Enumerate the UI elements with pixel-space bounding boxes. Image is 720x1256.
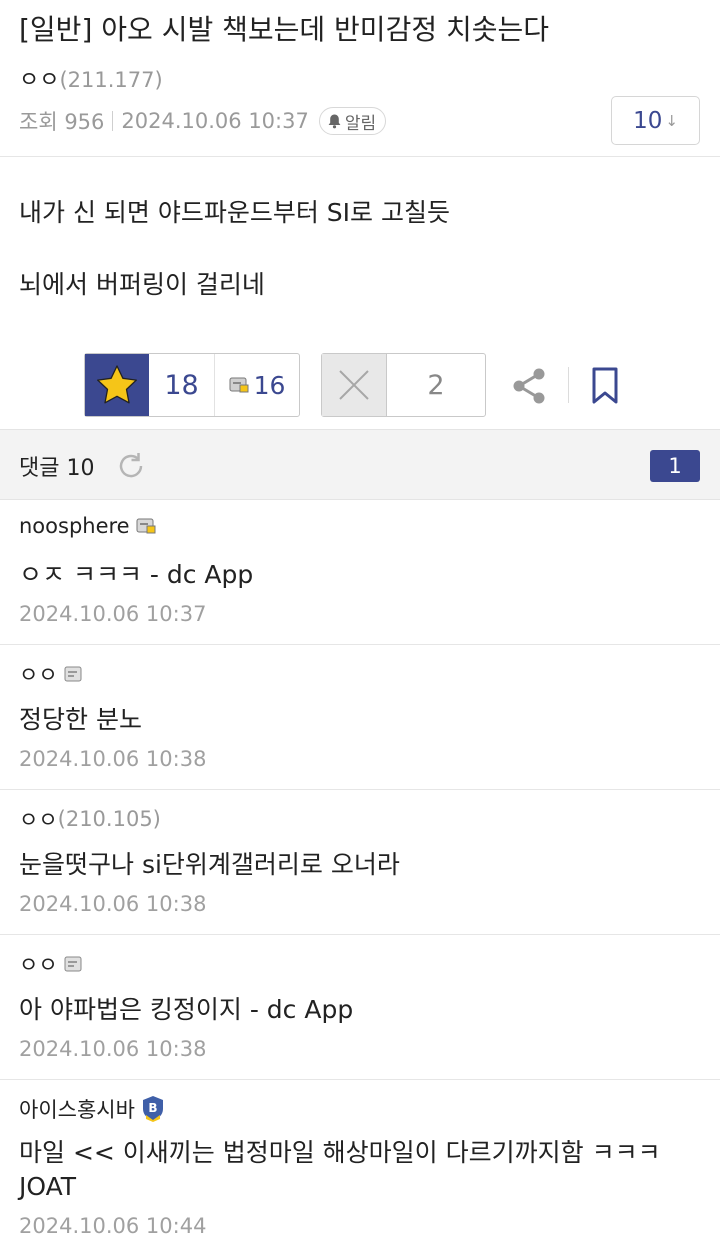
fixed-nick-upvote: 16 (215, 354, 299, 416)
comment-jump-button[interactable]: 10 ↓ (611, 96, 700, 145)
bell-icon (328, 114, 341, 129)
comments-page-badge[interactable]: 1 (650, 450, 700, 482)
comment-nick-name[interactable]: ㅇㅇ (19, 949, 58, 979)
fixed-nick-icon (229, 377, 249, 393)
comment-text: 눈을떳구나 si단위계갤러리로 오너라 (19, 850, 400, 879)
alarm-label: 알림 (344, 113, 377, 134)
comment-text: ㅇㅈ ㅋㅋㅋ - dc App (19, 560, 254, 589)
downvote-button[interactable] (322, 354, 387, 416)
post-body-line-2: 뇌에서 버퍼링이 걸리네 (19, 270, 265, 299)
comments-header: 댓글 10 1 (0, 429, 720, 500)
svg-text:B: B (148, 1101, 157, 1115)
post-body-line-1: 내가 신 되면 야드파운드부터 SI로 고칠듯 (19, 198, 450, 227)
comment-item: ㅇㅇ 정당한 분노 2024.10.06 10:38 (0, 645, 720, 790)
comments-count-label: 댓글 10 (19, 456, 95, 481)
author-nick[interactable]: ㅇㅇ (19, 68, 59, 93)
post-header: [일반] 아오 시발 책보는데 반미감정 치솟는다 ㅇㅇ(211.177) 조회… (0, 0, 720, 157)
comment-text: 마일 << 이새끼는 법정마일 해상마일이 다르기까지함 ㅋㅋㅋ JOAT (19, 1138, 661, 1201)
author-ip: (211.177) (59, 68, 163, 92)
comment-item: 아이스홍시바 B 마일 << 이새끼는 법정마일 해상마일이 다르기까지함 ㅋㅋ… (0, 1080, 720, 1256)
post-author[interactable]: ㅇㅇ(211.177) (19, 62, 163, 94)
vote-divider (568, 367, 569, 403)
comment-nick-name[interactable]: ㅇㅇ (19, 659, 58, 689)
comment-nick[interactable]: ㅇㅇ (210.105) (19, 804, 161, 834)
comment-date: 2024.10.06 10:38 (19, 747, 207, 771)
bookmark-icon[interactable] (591, 367, 619, 405)
comment-item: ㅇㅇ 아 야파법은 킹정이지 - dc App 2024.10.06 10:38 (0, 935, 720, 1080)
vote-row: 18 16 2 (0, 353, 720, 417)
comment-item: ㅇㅇ (210.105) 눈을떳구나 si단위계갤러리로 오너라 2024.10.… (0, 790, 720, 935)
comment-ip: (210.105) (57, 807, 161, 831)
half-fixed-nick-icon (64, 665, 84, 683)
comment-date: 2024.10.06 10:44 (19, 1214, 207, 1238)
downvote-box[interactable]: 2 (321, 353, 486, 417)
upvote-box[interactable]: 18 16 (84, 353, 300, 417)
x-icon (339, 370, 369, 400)
comment-nick-name[interactable]: noosphere (19, 514, 130, 538)
comment-nick-name[interactable]: ㅇㅇ (19, 804, 58, 834)
alarm-button[interactable]: 알림 (318, 107, 387, 135)
downvote-count: 2 (427, 369, 445, 401)
comment-date: 2024.10.06 10:37 (19, 602, 207, 626)
arrow-down-icon: ↓ (665, 111, 678, 130)
comment-text: 아 야파법은 킹정이지 - dc App (19, 995, 354, 1024)
share-icon[interactable] (511, 367, 549, 405)
star-icon (97, 365, 137, 404)
meta-divider (112, 111, 114, 131)
comment-date: 2024.10.06 10:38 (19, 1037, 207, 1061)
upvote-button[interactable] (85, 354, 149, 416)
views-count: 조회 956 (19, 110, 105, 134)
refresh-icon[interactable] (115, 450, 147, 482)
comment-date: 2024.10.06 10:38 (19, 892, 207, 916)
fixed-nick-icon (136, 517, 158, 535)
comment-nick[interactable]: 아이스홍시바 B (19, 1094, 165, 1124)
comment-nick[interactable]: ㅇㅇ (19, 949, 84, 979)
b-shield-icon: B (141, 1095, 165, 1123)
comment-nick[interactable]: noosphere (19, 514, 158, 538)
post-datetime: 2024.10.06 10:37 (121, 109, 309, 133)
half-fixed-nick-icon (64, 955, 84, 973)
comment-item: noosphere ㅇㅈ ㅋㅋㅋ - dc App 2024.10.06 10:… (0, 500, 720, 645)
comment-jump-count: 10 (633, 107, 663, 134)
comment-nick[interactable]: ㅇㅇ (19, 659, 84, 689)
fixed-nick-upvote-count: 16 (253, 370, 286, 400)
comment-text: 정당한 분노 (19, 705, 142, 734)
upvote-count: 18 (149, 354, 215, 416)
post-title: [일반] 아오 시발 책보는데 반미감정 치솟는다 (19, 13, 550, 46)
post-meta: 조회 956 2024.10.06 10:37 알림 (19, 106, 387, 136)
comment-nick-name[interactable]: 아이스홍시바 (19, 1094, 135, 1124)
